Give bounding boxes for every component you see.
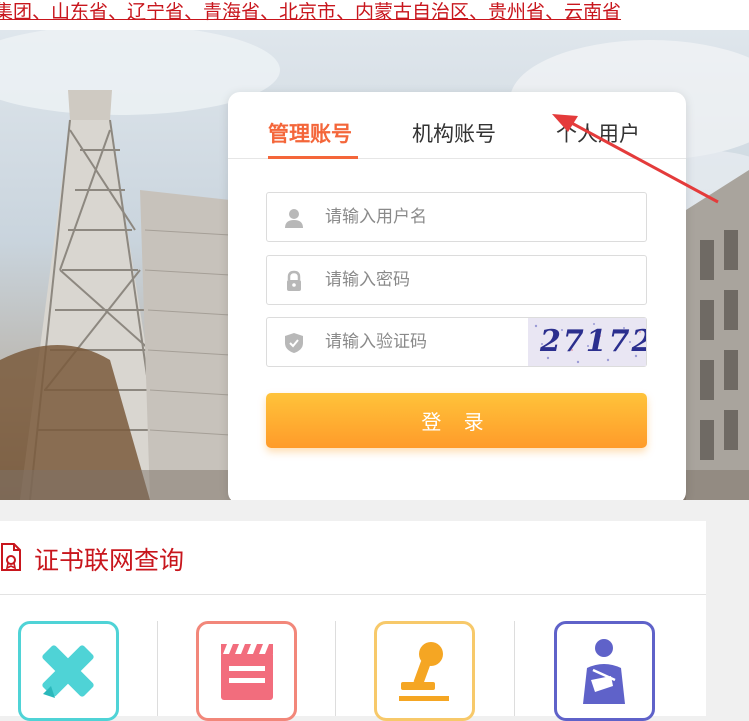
injured-person-icon: [583, 639, 625, 704]
captcha-image[interactable]: 27172: [528, 318, 646, 366]
certificate-query-panel: 证书联网查询: [0, 521, 706, 721]
category-divider: [157, 621, 158, 716]
tab-personal-user[interactable]: 个人用户: [556, 118, 640, 148]
region-marquee: 集团、山东省、辽宁省、青海省、北京市、内蒙古自治区、贵州省、云南省: [0, 0, 749, 30]
username-field: [266, 192, 647, 242]
password-input[interactable]: [325, 264, 575, 296]
captcha-input[interactable]: [325, 326, 515, 358]
user-icon: [285, 209, 303, 228]
category-divider: [335, 621, 336, 716]
hero-banner: 管理账号 机构账号 个人用户 请输入用户名 请输入验证码 27172 登 录: [0, 30, 749, 500]
certificate-document-icon: [1, 543, 21, 571]
clapperboard-icon: [221, 644, 273, 700]
login-tabs: 管理账号 机构账号 个人用户: [228, 92, 686, 159]
category-media[interactable]: [196, 621, 297, 721]
category-divider: [514, 621, 515, 716]
query-title: 证书联网查询: [34, 546, 185, 575]
lock-icon: [287, 270, 301, 291]
tab-admin-account[interactable]: 管理账号: [268, 118, 352, 148]
category-tools[interactable]: [18, 621, 119, 721]
password-field: [266, 255, 647, 305]
tab-institution-account[interactable]: 机构账号: [412, 118, 496, 148]
category-seal[interactable]: [374, 621, 475, 721]
active-tab-indicator: [268, 156, 358, 159]
login-button[interactable]: 登 录: [266, 393, 647, 448]
login-card: 管理账号 机构账号 个人用户 请输入用户名 请输入验证码 27172 登 录: [228, 92, 686, 500]
tools-cross-icon: [42, 645, 94, 698]
query-header: 证书联网查询: [0, 521, 706, 595]
region-links[interactable]: 集团、山东省、辽宁省、青海省、北京市、内蒙古自治区、贵州省、云南省: [0, 0, 621, 24]
category-injury[interactable]: [554, 621, 655, 721]
stamp-icon: [399, 642, 449, 701]
captcha-field: 27172: [266, 317, 647, 367]
shield-check-icon: [285, 333, 303, 353]
captcha-code: 27172: [540, 324, 646, 359]
username-input[interactable]: [325, 201, 575, 233]
